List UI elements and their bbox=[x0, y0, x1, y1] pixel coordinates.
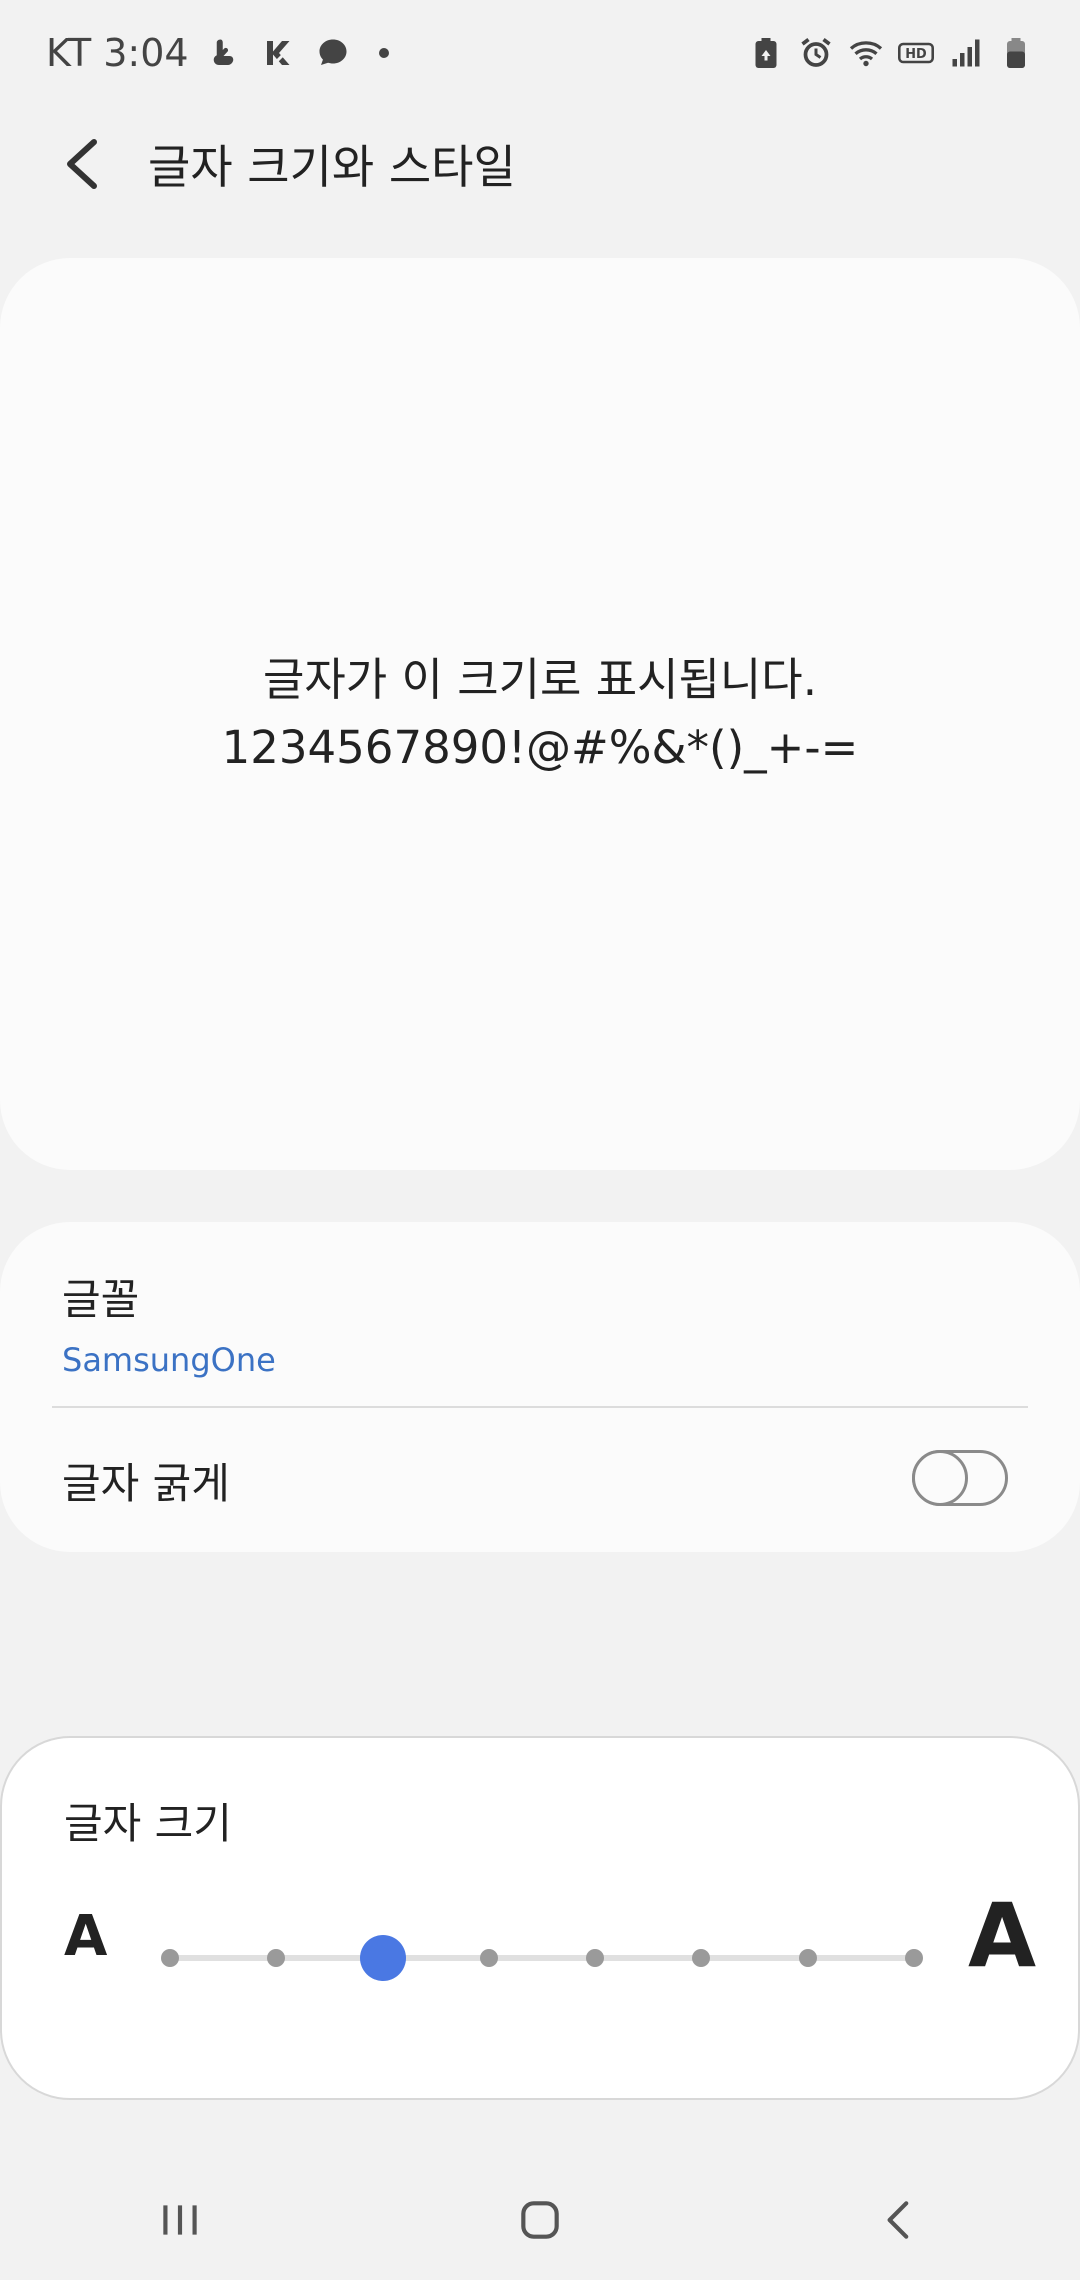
font-settings-card: 글꼴 SamsungOne 글자 굵게 bbox=[0, 1222, 1080, 1552]
battery-icon bbox=[998, 35, 1034, 71]
large-text-glyph: A bbox=[968, 1884, 1037, 1987]
wifi-icon bbox=[848, 35, 884, 71]
toggle-knob bbox=[912, 1450, 968, 1506]
recent-apps-icon bbox=[163, 2205, 197, 2235]
font-value: SamsungOne bbox=[62, 1341, 276, 1379]
slider-stop[interactable] bbox=[267, 1949, 286, 1967]
back-icon bbox=[887, 2201, 909, 2239]
preview-text-line-2: 1234567890!@#%&*()_+-= bbox=[221, 721, 859, 774]
chat-bubble-icon bbox=[315, 35, 351, 71]
navigation-bar bbox=[0, 2160, 1080, 2280]
slider-stop[interactable] bbox=[692, 1949, 711, 1967]
chevron-left-icon bbox=[67, 139, 97, 189]
notification-dot bbox=[378, 48, 389, 58]
slider-stop[interactable] bbox=[586, 1949, 605, 1967]
status-bar: KT 3:04 HD bbox=[0, 0, 1080, 106]
small-text-glyph: A bbox=[64, 1904, 108, 1969]
recent-apps-button[interactable] bbox=[120, 2180, 240, 2260]
home-icon bbox=[521, 2201, 559, 2239]
alarm-icon bbox=[798, 35, 834, 71]
back-button[interactable] bbox=[46, 128, 118, 200]
text-size-card: 글자 크기 A A bbox=[0, 1736, 1080, 2100]
text-size-slider[interactable] bbox=[161, 1935, 923, 1981]
bold-text-toggle[interactable] bbox=[912, 1450, 1008, 1506]
carrier-time: KT 3:04 bbox=[46, 31, 189, 75]
font-label: 글꼴 bbox=[62, 1275, 140, 1324]
status-left: KT 3:04 bbox=[46, 31, 389, 75]
status-right: HD bbox=[748, 35, 1034, 71]
preview-text-line-1: 글자가 이 크기로 표시됩니다. bbox=[262, 653, 818, 706]
slider-stop[interactable] bbox=[905, 1949, 923, 1967]
hand-icon bbox=[207, 35, 243, 71]
hd-voice-icon: HD bbox=[898, 35, 934, 71]
nav-back-button[interactable] bbox=[840, 2180, 960, 2260]
slider-stop[interactable] bbox=[479, 1949, 498, 1967]
app-header: 글자 크기와 스타일 bbox=[0, 106, 1080, 222]
slider-thumb[interactable] bbox=[359, 1935, 406, 1981]
text-preview-card: 글자가 이 크기로 표시됩니다. 1234567890!@#%&*()_+-= bbox=[0, 258, 1080, 1170]
text-size-label: 글자 크기 bbox=[64, 1799, 232, 1848]
home-button[interactable] bbox=[480, 2180, 600, 2260]
signal-icon bbox=[948, 35, 984, 71]
battery-saver-icon bbox=[748, 35, 784, 71]
bold-text-label: 글자 굵게 bbox=[62, 1458, 230, 1508]
svg-text:HD: HD bbox=[905, 47, 926, 62]
stylized-k-icon bbox=[261, 35, 297, 71]
slider-stop[interactable] bbox=[161, 1949, 179, 1967]
slider-stop[interactable] bbox=[798, 1949, 817, 1967]
page-title: 글자 크기와 스타일 bbox=[148, 140, 516, 194]
font-setting-item[interactable]: 글꼴 SamsungOne bbox=[0, 1222, 1080, 1406]
